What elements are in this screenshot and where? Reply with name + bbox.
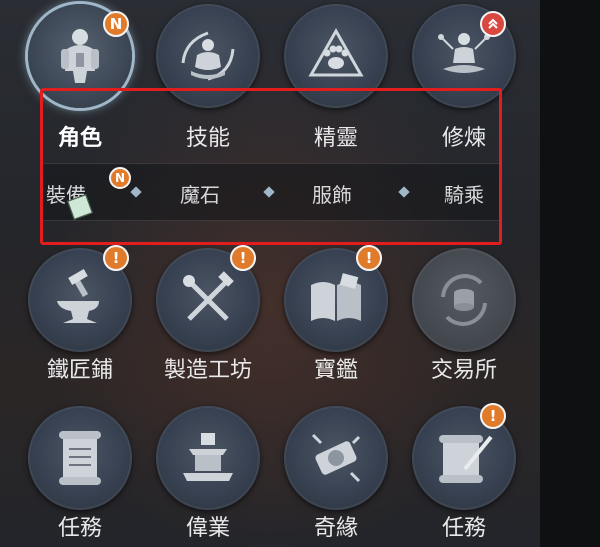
workshop-label: 製造工坊 [163, 358, 252, 383]
exchange-button[interactable] [412, 248, 516, 352]
sealed-scroll-icon [311, 433, 361, 483]
double-chevron-up-icon [488, 18, 498, 29]
quest-label: 任務 [57, 516, 102, 541]
anvil-hammer-icon [57, 269, 99, 323]
alert-badge: ! [480, 403, 506, 429]
crossed-tools-icon [183, 271, 234, 321]
alert-badge: ! [103, 245, 129, 271]
encounter-button[interactable] [284, 406, 388, 510]
scroll-icon [59, 431, 101, 485]
encounter-label: 奇緣 [313, 516, 358, 541]
meditating-monk-icon [181, 31, 235, 81]
blacksmith-label: 鐵匠鋪 [46, 358, 113, 383]
temple-icon [183, 433, 233, 481]
open-book-icon [311, 273, 361, 321]
achievement-button[interactable] [156, 406, 260, 510]
codex-label: 寶鑑 [313, 358, 358, 383]
alert-badge: ! [230, 245, 256, 271]
highlight-box [40, 88, 502, 245]
right-edge-strip [540, 0, 600, 547]
exchange-label: 交易所 [430, 358, 497, 383]
quest-label-2: 任務 [441, 516, 486, 541]
quill-scroll-icon [439, 435, 493, 483]
coin-exchange-icon [441, 274, 487, 326]
upgrade-badge [480, 11, 506, 37]
new-badge: N [103, 11, 129, 37]
quest-button[interactable] [28, 406, 132, 510]
paw-icon [308, 27, 364, 77]
achievement-label: 偉業 [185, 516, 230, 541]
alert-badge: ! [356, 245, 382, 271]
knight-icon [61, 29, 99, 83]
